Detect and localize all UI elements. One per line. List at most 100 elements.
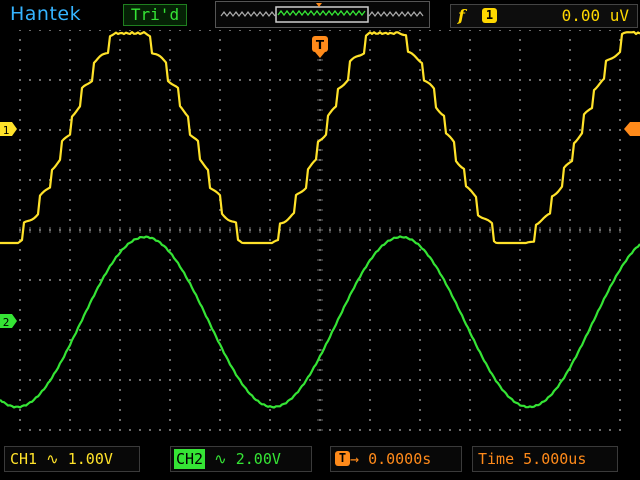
grid-dot <box>169 339 171 341</box>
grid-dot <box>19 169 21 171</box>
grid-dot <box>239 329 241 331</box>
grid-dot <box>339 379 341 381</box>
grid-dot <box>179 279 181 281</box>
grid-dot <box>379 379 381 381</box>
grid-dot <box>619 29 621 31</box>
grid-dot <box>469 69 471 71</box>
grid-dot <box>169 199 171 201</box>
grid-dot <box>449 129 451 131</box>
grid-dot <box>79 129 81 131</box>
grid-dot <box>499 79 501 81</box>
timebase-panel[interactable]: Time 5.000us <box>472 446 618 472</box>
grid-dot <box>419 189 421 191</box>
grid-dot <box>109 179 111 181</box>
grid-dot <box>169 239 171 241</box>
grid-dot <box>189 179 191 181</box>
grid-dot <box>159 29 161 31</box>
grid-dot <box>349 429 351 431</box>
grid-dot <box>289 79 291 81</box>
grid-dot <box>269 349 271 351</box>
grid-dot <box>279 79 281 81</box>
grid-dot <box>369 289 371 291</box>
grid-dot <box>329 29 331 31</box>
grid-dot <box>489 329 491 331</box>
grid-dot <box>69 169 71 171</box>
grid-dot <box>229 429 231 431</box>
grid-dot <box>99 129 101 131</box>
grid-dot <box>169 119 171 121</box>
grid-dot <box>49 129 51 131</box>
scope-display[interactable]: 1 2 T <box>0 29 640 440</box>
grid-dot <box>109 429 111 431</box>
grid-dot <box>119 209 121 211</box>
grid-dot <box>39 79 41 81</box>
grid-dot <box>249 129 251 131</box>
grid-dot <box>69 99 71 101</box>
grid-dot <box>469 419 471 421</box>
ch1-scale-panel[interactable]: CH1 ∿ 1.00V <box>4 446 140 472</box>
grid-dot <box>559 79 561 81</box>
grid-dot <box>409 279 411 281</box>
grid-dot <box>29 79 31 81</box>
memory-position-indicator[interactable] <box>215 1 430 28</box>
grid-dot <box>169 269 171 271</box>
ch2-scale-panel[interactable]: CH2 ∿ 2.00V <box>170 446 312 472</box>
grid-dot <box>369 339 371 341</box>
grid-dot <box>499 179 501 181</box>
trigger-position-panel[interactable]: T → 0.0000s <box>330 446 462 472</box>
grid-dot <box>269 319 271 321</box>
grid-dot <box>19 349 21 351</box>
grid-dot <box>599 329 601 331</box>
grid-dot <box>39 279 41 281</box>
grid-dot <box>619 409 621 411</box>
grid-dot <box>419 129 421 131</box>
grid-dot <box>419 309 421 311</box>
grid-dot <box>419 49 421 51</box>
grid-dot <box>249 29 251 31</box>
grid-dot <box>19 49 21 51</box>
grid-dot <box>179 379 181 381</box>
grid-dot <box>19 159 21 161</box>
grid-dot <box>29 129 31 131</box>
grid-dot <box>119 179 121 181</box>
grid-dot <box>259 79 261 81</box>
grid-dot <box>549 329 551 331</box>
grid-dot <box>619 119 621 121</box>
grid-dot <box>369 429 371 431</box>
grid-dot <box>19 399 21 401</box>
grid-dot <box>519 399 521 401</box>
grid-dot <box>469 289 471 291</box>
grid-dot <box>269 419 271 421</box>
grid-dot <box>519 119 521 121</box>
grid-dot <box>349 379 351 381</box>
grid-dot <box>29 279 31 281</box>
grid-dot <box>269 239 271 241</box>
grid-dot <box>469 179 471 181</box>
grid-dot <box>309 129 311 131</box>
grid-dot <box>349 79 351 81</box>
grid-dot <box>69 269 71 271</box>
grid-dot <box>299 379 301 381</box>
trigger-info-panel[interactable]: f 1 0.00 uV <box>450 4 638 28</box>
grid-dot <box>609 129 611 131</box>
grid-dot <box>209 129 211 131</box>
grid-dot <box>469 309 471 311</box>
grid-dot <box>469 159 471 161</box>
grid-dot <box>269 389 271 391</box>
grid-dot <box>539 179 541 181</box>
grid-dot <box>369 249 371 251</box>
grid-dot <box>619 339 621 341</box>
grid-dot <box>129 379 131 381</box>
grid-dot <box>69 299 71 301</box>
grid-dot <box>299 29 301 31</box>
grid-dot <box>119 409 121 411</box>
grid-dot <box>19 109 21 111</box>
grid-dot <box>19 79 21 81</box>
grid-dot <box>569 419 571 421</box>
grid-dot <box>519 179 521 181</box>
grid-dot <box>619 399 621 401</box>
memory-wave-left <box>220 11 276 17</box>
ch1-marker-label: 1 <box>3 124 10 137</box>
grid-dot <box>269 59 271 61</box>
grid-dot <box>499 279 501 281</box>
